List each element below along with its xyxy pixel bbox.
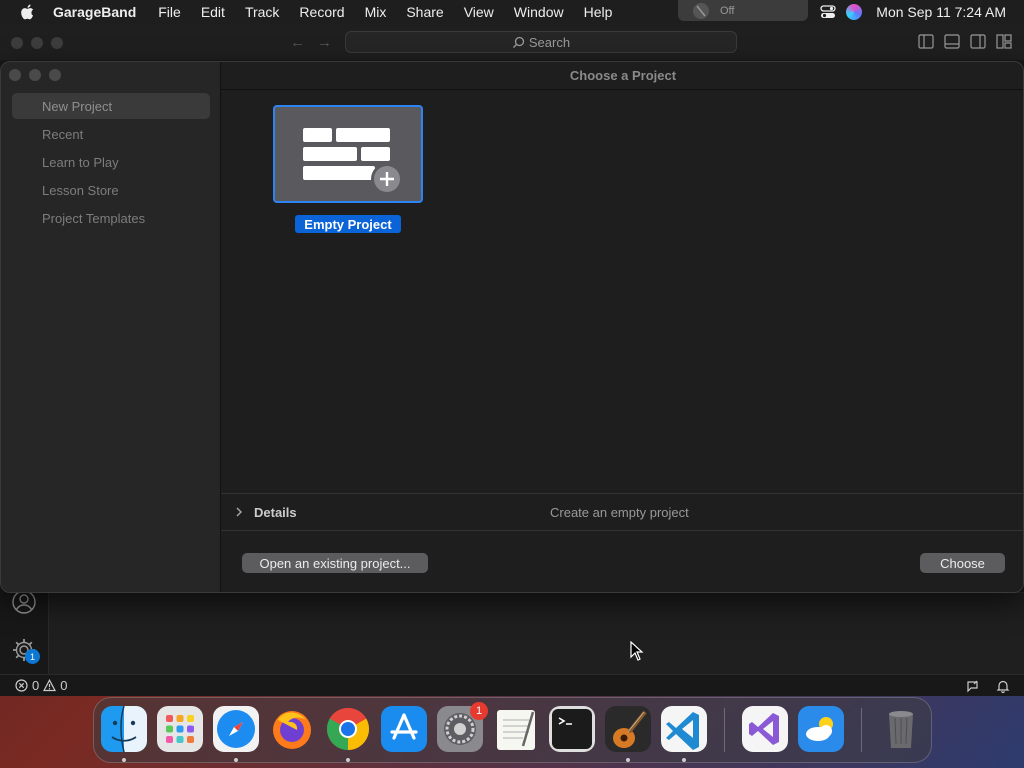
- siri-icon[interactable]: [846, 4, 863, 20]
- background-titlebar: ← → Search: [0, 24, 1024, 60]
- error-icon: [15, 679, 28, 692]
- menu-record[interactable]: Record: [299, 4, 344, 20]
- empty-project-icon: [303, 128, 403, 195]
- choose-button[interactable]: Choose: [920, 553, 1005, 573]
- sidebar-item-recent[interactable]: Recent: [12, 121, 210, 147]
- garageband-icon[interactable]: [605, 706, 651, 752]
- sidebar-item-project-templates[interactable]: Project Templates: [12, 205, 210, 231]
- visual-studio-icon[interactable]: [742, 706, 788, 752]
- toggle-secondary-sidebar-icon[interactable]: [970, 34, 986, 49]
- app-store-icon[interactable]: [381, 706, 427, 752]
- choose-project-dialog: New Project Recent Learn to Play Lesson …: [0, 61, 1024, 593]
- vscode-icon[interactable]: [661, 706, 707, 752]
- chrome-icon[interactable]: [325, 706, 371, 752]
- toggle-primary-sidebar-icon[interactable]: [918, 34, 934, 49]
- menu-track[interactable]: Track: [245, 4, 279, 20]
- running-indicator: [626, 758, 630, 762]
- firefox-icon[interactable]: [269, 706, 315, 752]
- back-arrow-icon[interactable]: ←: [290, 34, 305, 51]
- finder-icon[interactable]: [101, 706, 147, 752]
- sidebar-item-label: Project Templates: [42, 210, 146, 226]
- warning-icon: [43, 679, 57, 692]
- sidebar-item-lesson-store[interactable]: Lesson Store: [12, 177, 210, 203]
- sidebar-item-label: New Project: [42, 98, 113, 114]
- project-description: Create an empty project: [550, 505, 689, 520]
- focus-status-pill[interactable]: Off: [678, 0, 808, 21]
- menu-window[interactable]: Window: [514, 4, 564, 20]
- command-search-box[interactable]: Search: [345, 31, 737, 53]
- bg-minimize-button[interactable]: [31, 37, 43, 49]
- toggle-panel-icon[interactable]: [944, 34, 960, 49]
- sidebar-item-new-project[interactable]: New Project: [12, 93, 210, 119]
- menu-edit[interactable]: Edit: [201, 4, 225, 20]
- running-indicator: [234, 758, 238, 762]
- error-count: 0: [32, 678, 40, 693]
- sidebar-item-learn-to-play[interactable]: Learn to Play: [12, 149, 210, 175]
- dialog-close-button[interactable]: [9, 69, 21, 81]
- menu-view[interactable]: View: [464, 4, 494, 20]
- sidebar-item-label: Recent: [42, 126, 84, 142]
- bg-close-button[interactable]: [11, 37, 23, 49]
- terminal-icon[interactable]: [549, 706, 595, 752]
- feedback-icon[interactable]: [966, 679, 980, 693]
- menu-app-name[interactable]: GarageBand: [53, 4, 136, 20]
- search-placeholder: Search: [528, 34, 571, 50]
- dock-separator: [861, 708, 862, 752]
- weather-icon[interactable]: [798, 706, 844, 752]
- menu-share[interactable]: Share: [406, 4, 443, 20]
- editor-area-strip: [48, 592, 1024, 674]
- menu-clock[interactable]: Mon Sep 11 7:24 AM: [876, 4, 1006, 20]
- dialog-zoom-button[interactable]: [49, 69, 61, 81]
- apple-logo-icon[interactable]: [19, 3, 37, 21]
- focus-off-icon: [693, 2, 709, 19]
- sidebar-item-label: Learn to Play: [42, 154, 119, 170]
- dialog-footer: Open an existing project... Choose: [221, 531, 1023, 592]
- running-indicator: [346, 758, 350, 762]
- sidebar-item-label: Lesson Store: [42, 182, 119, 198]
- warning-count: 0: [60, 678, 68, 693]
- dock-separator: [724, 708, 725, 752]
- bg-zoom-button[interactable]: [51, 37, 63, 49]
- menu-file[interactable]: File: [158, 4, 181, 20]
- manage-settings-button[interactable]: 1: [11, 637, 41, 667]
- safari-icon[interactable]: [213, 706, 259, 752]
- details-toggle[interactable]: Details: [254, 505, 297, 520]
- running-indicator: [682, 758, 686, 762]
- dialog-minimize-button[interactable]: [29, 69, 41, 81]
- problems-indicator[interactable]: 0 0: [15, 678, 67, 693]
- settings-badge: 1: [25, 649, 40, 664]
- project-grid: Empty Project: [221, 90, 1023, 493]
- settings-update-badge: 1: [470, 702, 488, 720]
- mouse-cursor-icon: [630, 641, 644, 661]
- dialog-title: Choose a Project: [569, 68, 677, 83]
- chevron-right-icon[interactable]: [235, 506, 243, 518]
- launchpad-icon[interactable]: [157, 706, 203, 752]
- running-indicator: [122, 758, 126, 762]
- forward-arrow-icon[interactable]: →: [317, 34, 332, 51]
- focus-status-text: Off: [720, 4, 735, 17]
- menu-mix[interactable]: Mix: [365, 4, 387, 20]
- textedit-icon[interactable]: [493, 706, 539, 752]
- layout-controls: [918, 34, 1012, 49]
- dialog-header: Choose a Project: [221, 62, 1023, 90]
- empty-project-tile[interactable]: [273, 105, 423, 203]
- project-sidebar: New Project Recent Learn to Play Lesson …: [1, 62, 221, 592]
- search-icon: [512, 36, 525, 48]
- menu-bar: GarageBand File Edit Track Record Mix Sh…: [0, 0, 1024, 24]
- notifications-bell-icon[interactable]: [996, 679, 1010, 693]
- control-center-icon[interactable]: [820, 5, 836, 19]
- trash-icon[interactable]: [878, 706, 924, 752]
- details-bar: Details Create an empty project: [221, 493, 1023, 531]
- dock: 1: [93, 697, 932, 763]
- customize-layout-icon[interactable]: [996, 34, 1012, 49]
- status-bar: 0 0: [0, 674, 1024, 696]
- menu-help[interactable]: Help: [584, 4, 613, 20]
- empty-project-label[interactable]: Empty Project: [295, 215, 401, 233]
- open-existing-project-button[interactable]: Open an existing project...: [242, 553, 428, 573]
